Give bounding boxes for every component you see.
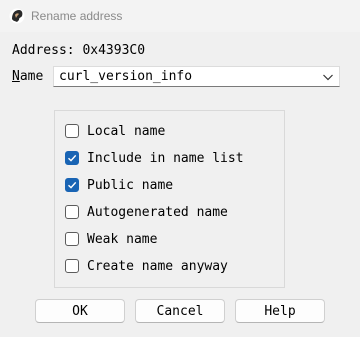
name-input[interactable]: curl_version_info (59, 69, 192, 84)
option-label: Create name anyway (87, 258, 228, 274)
option-checkbox[interactable] (65, 259, 79, 273)
name-combobox[interactable]: curl_version_info (53, 66, 340, 87)
option-row[interactable]: Autogenerated name (65, 203, 228, 221)
option-checkbox[interactable] (65, 205, 79, 219)
option-row[interactable]: Include in name list (65, 149, 244, 167)
check-icon (68, 181, 77, 189)
cancel-button[interactable]: Cancel (135, 299, 225, 323)
chevron-down-icon[interactable] (322, 71, 334, 83)
option-checkbox[interactable] (65, 124, 79, 138)
option-row[interactable]: Public name (65, 176, 173, 194)
check-icon (68, 154, 77, 162)
help-button[interactable]: Help (235, 299, 325, 323)
option-checkbox[interactable] (65, 178, 79, 192)
name-label: Name (12, 69, 43, 84)
app-icon (9, 8, 25, 24)
option-label: Public name (87, 177, 174, 193)
option-label: Autogenerated name (87, 204, 228, 220)
ok-button[interactable]: OK (35, 299, 125, 323)
window-title: Rename address (31, 9, 123, 23)
option-label: Local name (87, 123, 166, 139)
option-label: Weak name (87, 231, 158, 247)
option-row[interactable]: Local name (65, 122, 165, 140)
address-label: Address: 0x4393C0 (12, 43, 146, 58)
name-label-accelerator: N (12, 69, 20, 84)
option-row[interactable]: Weak name (65, 230, 157, 248)
option-label: Include in name list (87, 150, 244, 166)
name-label-text: ame (19, 69, 44, 84)
option-row[interactable]: Create name anyway (65, 257, 228, 275)
title-bar[interactable]: Rename address (0, 0, 360, 32)
option-checkbox[interactable] (65, 151, 79, 165)
option-checkbox[interactable] (65, 232, 79, 246)
